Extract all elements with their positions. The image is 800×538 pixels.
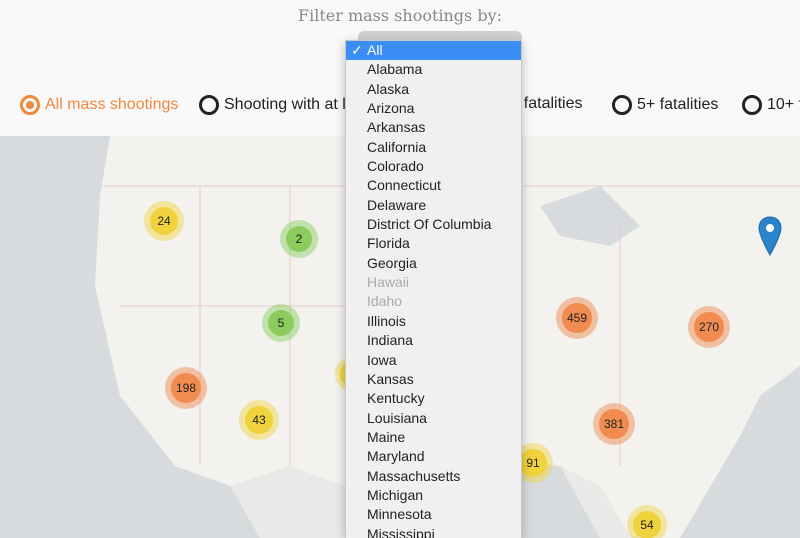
- cluster-marker[interactable]: 198: [165, 367, 207, 409]
- radio-label: 5+ fatalities: [637, 96, 719, 113]
- radio-5-fatalities[interactable]: 5+ fatalities: [612, 95, 718, 115]
- cluster-marker[interactable]: 381: [593, 403, 635, 445]
- cluster-marker[interactable]: 2: [280, 220, 318, 258]
- radio-injured[interactable]: Shooting with at l: [199, 95, 346, 115]
- dropdown-option[interactable]: Georgia: [346, 254, 521, 273]
- dropdown-option[interactable]: Kansas: [346, 370, 521, 389]
- radio-label: All mass shootings: [45, 96, 179, 113]
- map-pin-icon[interactable]: [758, 216, 782, 256]
- dropdown-option[interactable]: All: [346, 41, 521, 61]
- dropdown-option[interactable]: Delaware: [346, 196, 521, 215]
- filter-title: Filter mass shootings by:: [297, 6, 503, 25]
- dropdown-option[interactable]: Alabama: [346, 60, 521, 79]
- dropdown-option[interactable]: Michigan: [346, 486, 521, 505]
- dropdown-option[interactable]: Iowa: [346, 351, 521, 370]
- cluster-marker[interactable]: 24: [144, 201, 184, 241]
- radio-10-fatalities[interactable]: 10+ f: [742, 95, 800, 115]
- cluster-marker[interactable]: 43: [239, 400, 279, 440]
- dropdown-option[interactable]: District Of Columbia: [346, 215, 521, 234]
- dropdown-option[interactable]: Indiana: [346, 331, 521, 350]
- radio-icon: [612, 95, 632, 115]
- dropdown-option: Idaho: [367, 293, 403, 310]
- dropdown-option[interactable]: Minnesota: [346, 505, 521, 524]
- dropdown-option[interactable]: Massachusetts: [346, 467, 521, 486]
- dropdown-option[interactable]: Maine: [346, 428, 521, 447]
- dropdown-option[interactable]: Florida: [346, 234, 521, 253]
- dropdown-option[interactable]: Arizona: [346, 99, 521, 118]
- radio-icon: [20, 95, 40, 115]
- dropdown-option[interactable]: Illinois: [346, 312, 521, 331]
- dropdown-option[interactable]: Louisiana: [346, 409, 521, 428]
- dropdown-option[interactable]: Kentucky: [346, 389, 521, 408]
- radio-label: 10+ f: [767, 96, 800, 113]
- dropdown-option[interactable]: Colorado: [346, 157, 521, 176]
- dropdown-option[interactable]: California: [346, 138, 521, 157]
- dropdown-option[interactable]: Maryland: [346, 447, 521, 466]
- dropdown-option[interactable]: Mississippi: [346, 525, 521, 538]
- dropdown-option[interactable]: Alaska: [346, 80, 521, 99]
- radio-label: Shooting with at l: [224, 96, 346, 113]
- cluster-marker[interactable]: 5: [262, 304, 300, 342]
- dropdown-option: Hawaii: [367, 274, 410, 291]
- cluster-marker[interactable]: 270: [688, 306, 730, 348]
- cluster-marker[interactable]: 54: [627, 505, 667, 538]
- dropdown-option[interactable]: Arkansas: [346, 118, 521, 137]
- radio-icon: [742, 95, 762, 115]
- radio-icon: [199, 95, 219, 115]
- radio-all[interactable]: All mass shootings: [20, 95, 178, 115]
- state-dropdown-list[interactable]: AllAlabamaAlaskaArizonaArkansasCaliforni…: [345, 40, 522, 538]
- cluster-marker[interactable]: 459: [556, 297, 598, 339]
- dropdown-option[interactable]: Connecticut: [346, 176, 521, 195]
